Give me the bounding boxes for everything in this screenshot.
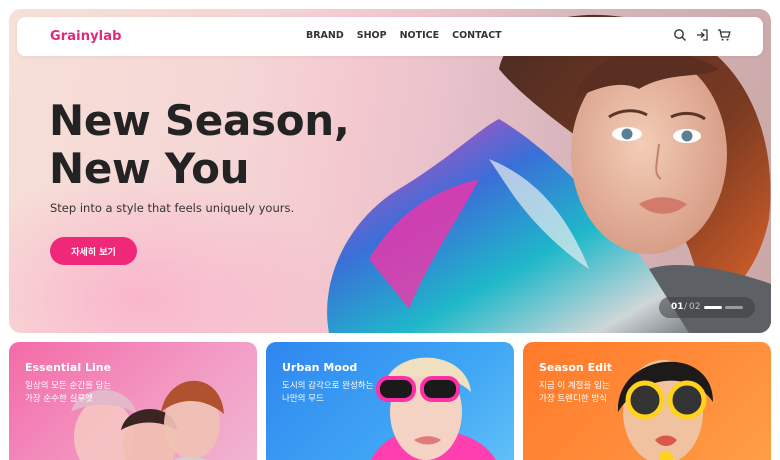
card-desc-line-1: 도시의 감각으로 완성하는: [282, 381, 374, 391]
card-desc-line-1: 일상의 모든 순간을 담는: [25, 381, 112, 391]
menu-item-shop[interactable]: SHOP: [357, 30, 387, 41]
card-description: 일상의 모든 순간을 담는 가장 순수한 실루엣: [25, 380, 145, 406]
nav-icons: [673, 28, 731, 42]
headline-line-1: New Season,: [49, 96, 350, 145]
card-season-edit[interactable]: Season Edit 지금 이 계절을 입는 가장 트렌디한 방식: [523, 342, 771, 460]
card-desc-line-2: 가장 순수한 실루엣: [25, 394, 93, 404]
hero-headline: New Season, New You: [49, 97, 379, 193]
card-description: 도시의 감각으로 완성하는 나만의 무드: [282, 380, 402, 406]
view-details-button[interactable]: 자세히 보기: [50, 237, 137, 265]
slider-indicator[interactable]: 01 / 02: [659, 297, 755, 318]
main-menu: BRAND SHOP NOTICE CONTACT: [306, 30, 515, 41]
hero-subline: Step into a style that feels uniquely yo…: [50, 201, 295, 215]
card-desc-line-1: 지금 이 계절을 입는: [539, 381, 610, 391]
top-navbar: Grainylab BRAND SHOP NOTICE CONTACT: [17, 17, 763, 56]
menu-item-brand[interactable]: BRAND: [306, 30, 344, 41]
slide-bar-inactive[interactable]: [725, 306, 743, 309]
card-title: Urban Mood: [282, 361, 358, 374]
card-desc-line-2: 가장 트렌디한 방식: [539, 394, 607, 404]
menu-item-contact[interactable]: CONTACT: [452, 30, 502, 41]
card-description: 지금 이 계절을 입는 가장 트렌디한 방식: [539, 380, 659, 406]
card-urban-mood[interactable]: Urban Mood 도시의 감각으로 완성하는 나만의 무드: [266, 342, 514, 460]
login-icon[interactable]: [695, 28, 709, 42]
brand-logo[interactable]: Grainylab: [50, 29, 121, 44]
cart-icon[interactable]: [717, 28, 731, 42]
headline-line-2: New You: [49, 144, 250, 193]
card-title: Essential Line: [25, 361, 112, 374]
menu-item-notice[interactable]: NOTICE: [400, 30, 440, 41]
card-essential-line[interactable]: Essential Line 일상의 모든 순간을 담는 가장 순수한 실루엣: [9, 342, 257, 460]
card-title: Season Edit: [539, 361, 612, 374]
slide-current: 01: [671, 302, 684, 312]
search-icon[interactable]: [673, 28, 687, 42]
card-desc-line-2: 나만의 무드: [282, 394, 324, 404]
slide-bar-active[interactable]: [704, 306, 722, 309]
slide-total: 02: [689, 302, 701, 312]
hero-banner: New Season, New You Step into a style th…: [9, 9, 771, 333]
slide-separator: /: [684, 302, 688, 312]
